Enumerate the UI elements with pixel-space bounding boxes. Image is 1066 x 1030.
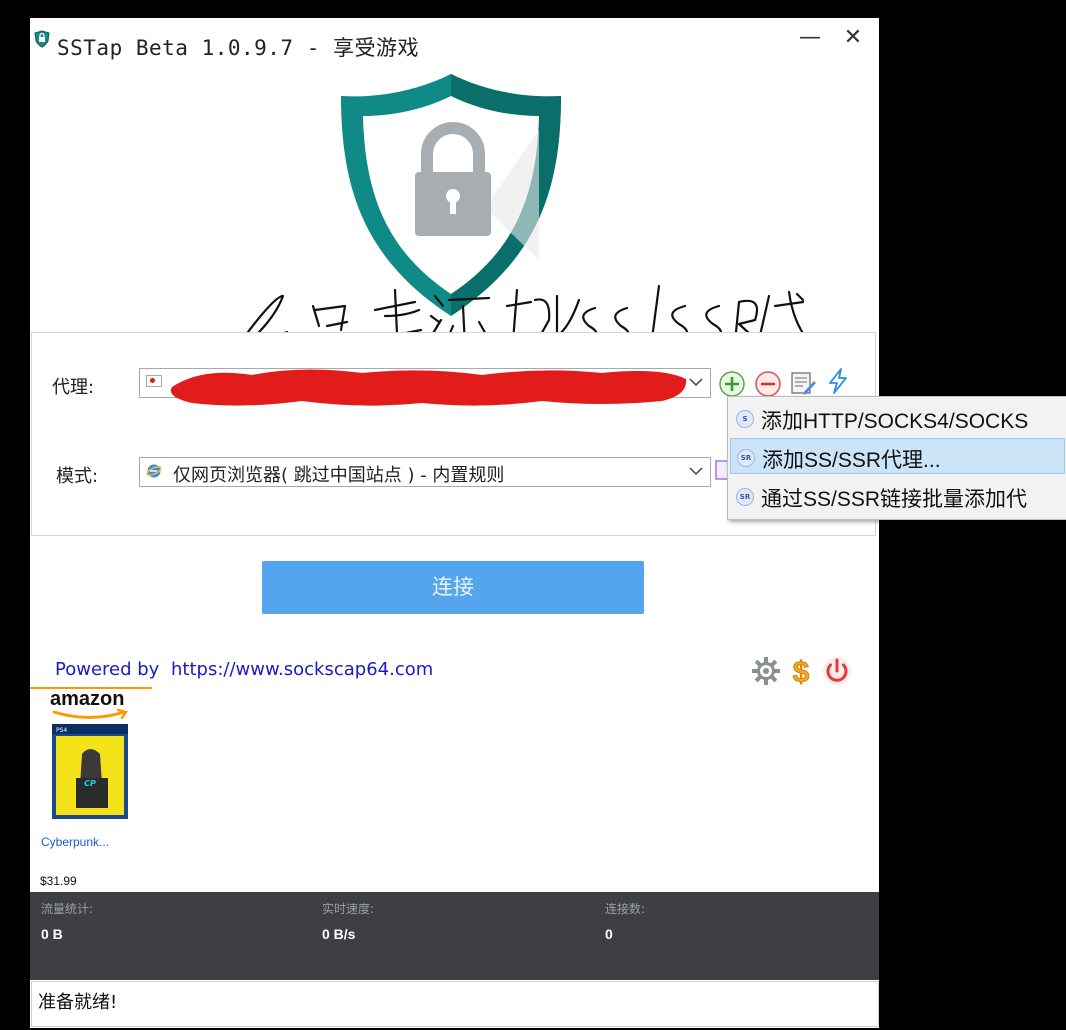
menu-item-batch-add-ss-ssr[interactable]: SR 通过SS/SSR链接批量添加代 [730,478,1065,514]
title-bar[interactable]: SSTap Beta 1.0.9.7 - 享受游戏 — ✕ [30,18,879,60]
traffic-label: 流量统计: [41,902,94,916]
app-shield-icon [34,30,50,48]
amazon-smile-icon [52,709,128,720]
menu-item-label: 通过SS/SSR链接批量添加代 [761,488,1028,511]
menu-item-add-http-socks[interactable]: S 添加HTTP/SOCKS4/SOCKS [730,400,1065,436]
sockscap-link[interactable]: https://www.sockscap64.com [171,659,433,680]
chevron-down-icon[interactable] [688,462,704,480]
svg-text:PS4: PS4 [56,727,67,734]
mode-label: 模式: [56,466,99,487]
powered-by-text: Powered by [55,659,160,680]
svg-text:$: $ [793,656,810,687]
proxy-select[interactable] [139,368,711,406]
amazon-logo: amazon [50,688,125,710]
chevron-down-icon[interactable] [688,373,704,391]
product-image[interactable]: PS4 CP [52,724,128,819]
dollar-icon[interactable]: $ [785,655,817,687]
menu-item-add-ss-ssr[interactable]: SR 添加SS/SSR代理... [730,438,1065,474]
flag-icon [146,375,162,387]
mode-select[interactable]: 仅网页浏览器( 跳过中国站点 ) - 内置规则 [139,457,711,487]
add-proxy-menu: S 添加HTTP/SOCKS4/SOCKS SR 添加SS/SSR代理... S… [727,396,1066,520]
product-title-link[interactable]: Cyberpunk... [41,835,109,849]
product-price: $31.99 [40,874,77,888]
menu-item-label: 添加SS/SSR代理... [762,449,941,472]
browser-icon [146,464,162,478]
gear-icon[interactable] [750,655,782,687]
minimize-button[interactable]: — [795,26,825,52]
status-bar: 准备就绪! [31,981,879,1027]
ssr-icon: SR [737,449,755,467]
connect-button[interactable]: 连接 [262,561,644,614]
power-icon[interactable] [821,655,853,687]
edit-icon[interactable] [789,369,817,397]
redaction-scribble [170,369,687,406]
close-button[interactable]: ✕ [838,26,868,52]
menu-item-label: 添加HTTP/SOCKS4/SOCKS [761,410,1029,433]
remove-icon[interactable] [754,370,782,398]
mode-value: 仅网页浏览器( 跳过中国站点 ) - 内置规则 [173,465,505,486]
socks-icon: S [736,410,754,428]
connections-value: 0 [605,926,613,942]
status-text: 准备就绪! [38,992,118,1013]
proxy-label: 代理: [52,377,95,398]
ssr-icon: SR [736,488,754,506]
add-icon[interactable] [718,370,746,398]
svg-text:CP: CP [84,779,96,788]
flash-icon[interactable] [824,367,852,395]
connections-label: 连接数: [605,902,646,916]
speed-value: 0 B/s [322,926,356,942]
app-window: SSTap Beta 1.0.9.7 - 享受游戏 — ✕ 代理: 模式: 仅网… [30,18,879,1028]
window-title: SSTap Beta 1.0.9.7 - 享受游戏 [57,36,420,60]
speed-label: 实时速度: [322,902,375,916]
traffic-value: 0 B [41,926,63,942]
stats-bar: 流量统计: 0 B 实时速度: 0 B/s 连接数: 0 [30,892,879,980]
